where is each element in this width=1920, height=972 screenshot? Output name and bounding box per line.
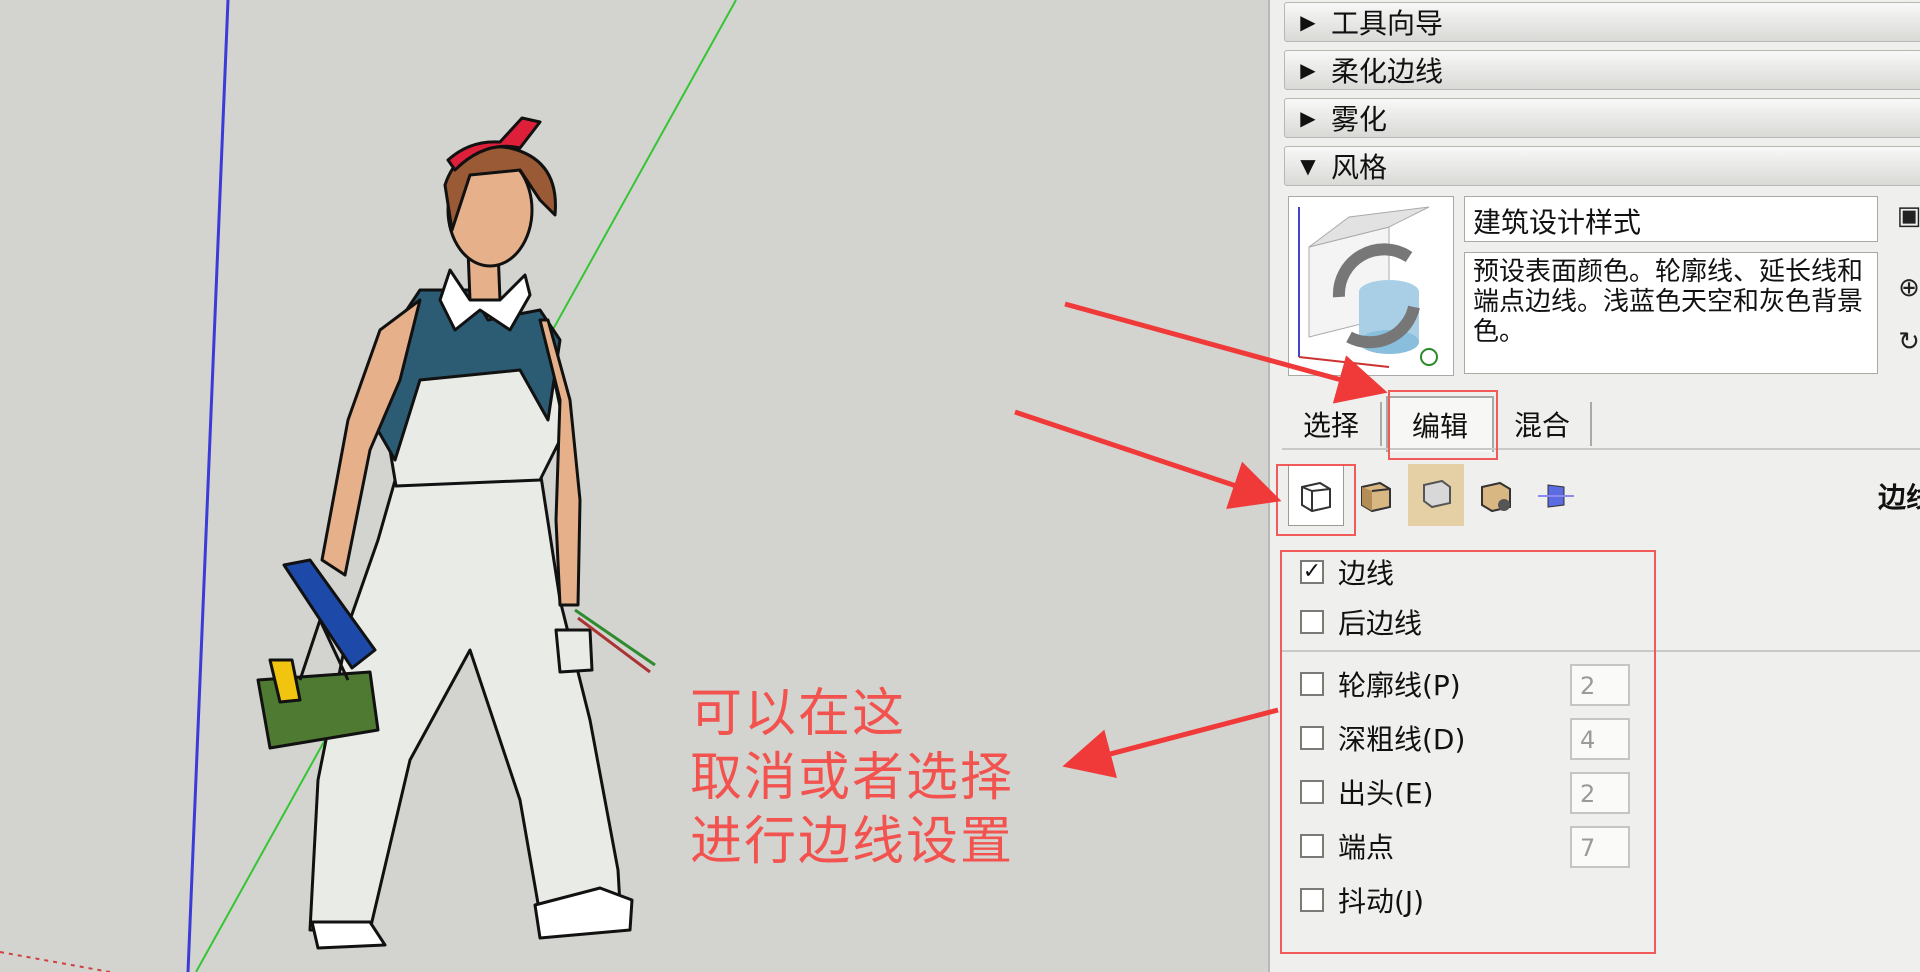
- face-settings-button[interactable]: [1348, 464, 1404, 526]
- highlight-box-edge-settings: [1280, 550, 1656, 954]
- red-axis: [0, 951, 111, 972]
- blue-axis: [186, 0, 230, 972]
- highlight-box-edit-tab: [1388, 390, 1498, 460]
- annotation-text: 可以在这 取消或者选择 进行边线设置: [690, 682, 1014, 874]
- modeling-settings-icon: [1538, 484, 1574, 508]
- annotation-line: 取消或者选择: [690, 748, 1015, 808]
- expand-arrow-icon: ▶: [1300, 10, 1316, 34]
- collapse-arrow-icon: ▼: [1300, 154, 1316, 178]
- create-style-icon[interactable]: ▣: [1892, 196, 1920, 236]
- default-tray-panel: ▶ 工具向导 ▶ 柔化边线 ▶ 雾化 ▼ 风格 建筑设计样式 预设表面颜色。轮廓…: [1268, 0, 1920, 972]
- style-thumbnail[interactable]: [1288, 196, 1454, 376]
- section-header-fog[interactable]: ▶ 雾化: [1284, 98, 1920, 138]
- section-label: 柔化边线: [1331, 55, 1444, 88]
- section-label: 工具向导: [1331, 7, 1444, 40]
- annotation-line: 进行边线设置: [690, 812, 1015, 872]
- scene-canvas[interactable]: [0, 0, 1268, 972]
- section-header-soften-edges[interactable]: ▶ 柔化边线: [1284, 50, 1920, 90]
- style-description-field[interactable]: 预设表面颜色。轮廓线、延长线和端点边线。浅蓝色天空和灰色背景色。: [1464, 252, 1878, 374]
- tabs-divider: [1282, 448, 1920, 450]
- section-label: 雾化: [1331, 103, 1388, 136]
- section-label: 风格: [1331, 151, 1388, 184]
- expand-arrow-icon: ▶: [1300, 58, 1316, 82]
- style-preview-icon: [1298, 206, 1438, 368]
- background-settings-icon: [1423, 479, 1451, 509]
- watermark-settings-icon: [1481, 481, 1511, 513]
- add-style-icon[interactable]: ⊕: [1892, 268, 1920, 308]
- modeling-viewport[interactable]: 可以在这 取消或者选择 进行边线设置: [0, 0, 1268, 972]
- edit-section-title: 边线: [1878, 481, 1920, 514]
- background-settings-button[interactable]: [1408, 464, 1464, 526]
- person-figure: [256, 116, 656, 950]
- section-header-instructor[interactable]: ▶ 工具向导: [1284, 2, 1920, 42]
- style-tabs: 选择 编辑 混合: [1282, 396, 1920, 452]
- style-name-field[interactable]: 建筑设计样式: [1464, 196, 1878, 242]
- annotation-line: 可以在这: [690, 684, 907, 744]
- highlight-box-edge-button: [1276, 464, 1356, 536]
- tab-select[interactable]: 选择: [1282, 402, 1382, 446]
- modeling-settings-button[interactable]: [1528, 464, 1584, 526]
- expand-arrow-icon: ▶: [1300, 106, 1316, 130]
- tab-mix[interactable]: 混合: [1494, 402, 1592, 446]
- face-settings-icon: [1361, 481, 1391, 513]
- section-header-styles[interactable]: ▼ 风格: [1284, 146, 1920, 186]
- update-style-icon[interactable]: ↻: [1892, 322, 1920, 362]
- watermark-settings-button[interactable]: [1468, 464, 1524, 526]
